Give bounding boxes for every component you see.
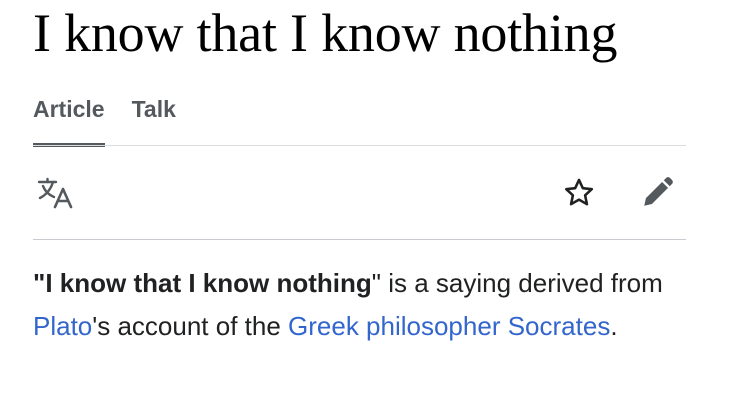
star-icon[interactable] [556,170,602,216]
tab-talk[interactable]: Talk [132,96,176,147]
tab-article[interactable]: Article [33,96,105,147]
lead-text-4: . [610,311,618,341]
lead-text-1: is a saying derived from [380,268,663,298]
tabs-divider [33,145,686,146]
bold-title-phrase: "I know that I know nothing [33,268,372,298]
language-icon[interactable] [33,170,79,216]
article-lead-paragraph: "I know that I know nothing" is a saying… [33,262,693,348]
page-actions-toolbar [33,170,686,218]
page-tabs: Article Talk [33,96,203,147]
lead-text-2: 's account of the [92,311,289,341]
quote-close: " [371,268,381,298]
page-title: I know that I know nothing [33,3,618,63]
link-socrates[interactable]: Socrates [508,311,611,341]
pencil-icon[interactable] [634,170,680,216]
link-plato[interactable]: Plato [33,311,92,341]
lead-text-3 [500,311,507,341]
link-greek-philosopher[interactable]: Greek philosopher [288,311,500,341]
toolbar-divider [33,239,686,240]
